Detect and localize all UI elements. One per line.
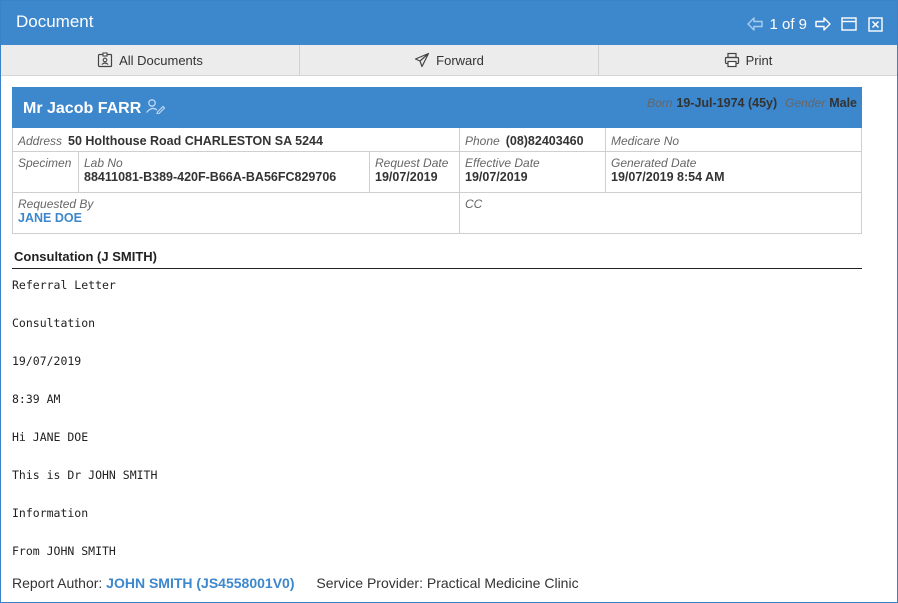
requested-by-link[interactable]: JANE DOE <box>18 211 454 225</box>
patient-name: Mr Jacob FARR <box>23 99 142 117</box>
forward-button[interactable]: Forward <box>300 45 599 75</box>
request-date-label: Request Date <box>375 156 449 170</box>
body-line: Hi JANE DOE <box>12 430 89 444</box>
details-grid: Address 50 Holthouse Road CHARLESTON SA 5… <box>12 128 862 234</box>
all-documents-button[interactable]: All Documents <box>1 45 300 75</box>
requested-by-label: Requested By <box>18 197 94 211</box>
body-line: Referral Letter <box>12 278 116 292</box>
body-line: This is Dr JOHN SMITH <box>12 468 158 482</box>
specimen-cell: Specimen <box>13 152 79 192</box>
arrow-right-icon[interactable] <box>813 14 833 34</box>
report-author-link[interactable]: JOHN SMITH (JS4558001V0) <box>106 575 294 591</box>
section-divider <box>12 268 862 269</box>
born-label: Born <box>647 96 673 110</box>
generated-date-value: 19/07/2019 8:54 AM <box>611 170 725 184</box>
body-line: Information <box>12 506 89 520</box>
address-value: 50 Holthouse Road CHARLESTON SA 5244 <box>68 134 323 148</box>
details-row-specimen: Specimen Lab No 88411081-B389-420F-B66A-… <box>13 152 861 193</box>
effective-date-value: 19/07/2019 <box>465 170 528 184</box>
title-bar: Document 1 of 9 <box>1 1 897 45</box>
born-value: 19-Jul-1974 (45y) <box>676 96 778 110</box>
pager: 1 of 9 <box>745 14 885 34</box>
request-date-cell: Request Date 19/07/2019 <box>370 152 460 192</box>
print-button[interactable]: Print <box>599 45 897 75</box>
pager-text: 1 of 9 <box>769 15 807 33</box>
body-line: Consultation <box>12 316 96 330</box>
body-line: 8:39 AM <box>12 392 61 406</box>
arrow-left-icon[interactable] <box>745 14 765 34</box>
id-badge-icon <box>97 52 113 68</box>
phone-label: Phone <box>465 134 500 148</box>
report-author-label: Report Author: <box>12 575 103 591</box>
window-title: Document <box>16 12 94 31</box>
medicare-cell: Medicare No <box>606 128 861 151</box>
printer-icon <box>724 52 740 68</box>
gender-value: Male <box>829 96 857 110</box>
generated-date-cell: Generated Date 19/07/2019 8:54 AM <box>606 152 861 192</box>
body-line: From JOHN SMITH <box>12 544 116 558</box>
report-footer: Report Author: JOHN SMITH (JS4558001V0) … <box>12 575 579 591</box>
requested-by-cell: Requested By JANE DOE <box>13 193 460 233</box>
details-row-requested: Requested By JANE DOE CC <box>13 193 861 234</box>
address-label: Address <box>18 134 63 148</box>
labno-label: Lab No <box>84 156 123 170</box>
effective-date-cell: Effective Date 19/07/2019 <box>460 152 606 192</box>
service-provider-label: Service Provider: <box>316 575 423 591</box>
effective-date-label: Effective Date <box>465 156 540 170</box>
user-edit-icon[interactable] <box>145 98 166 119</box>
document-window: Document 1 of 9 All Documents Forward Pr… <box>0 0 898 603</box>
address-cell: Address 50 Holthouse Road CHARLESTON SA 5… <box>13 128 460 151</box>
service-provider-value: Practical Medicine Clinic <box>426 575 579 591</box>
section-title: Consultation (J SMITH) <box>14 249 157 264</box>
cc-cell: CC <box>460 193 861 233</box>
cc-label: CC <box>465 197 483 211</box>
phone-cell: Phone (08)82403460 <box>460 128 606 151</box>
labno-cell: Lab No 88411081-B389-420F-B66A-BA56FC829… <box>79 152 370 192</box>
specimen-label: Specimen <box>18 156 72 170</box>
toolbar: All Documents Forward Print <box>1 45 897 76</box>
patient-name-wrap: Mr Jacob FARR <box>23 98 166 119</box>
patient-meta: Born 19-Jul-1974 (45y) Gender Male <box>647 96 857 110</box>
maximize-icon[interactable] <box>839 14 859 34</box>
request-date-value: 19/07/2019 <box>375 170 438 184</box>
body-line: 19/07/2019 <box>12 354 82 368</box>
print-label: Print <box>745 52 773 68</box>
close-icon[interactable] <box>865 14 885 34</box>
generated-date-label: Generated Date <box>611 156 697 170</box>
paper-plane-icon <box>414 52 430 68</box>
patient-header: Mr Jacob FARR Born 19-Jul-1974 (45y) Gende… <box>12 87 862 128</box>
details-row-address: Address 50 Holthouse Road CHARLESTON SA 5… <box>13 128 861 152</box>
medicare-label: Medicare No <box>611 134 680 148</box>
labno-value: 88411081-B389-420F-B66A-BA56FC829706 <box>84 170 337 184</box>
all-documents-label: All Documents <box>119 52 203 68</box>
gender-label: Gender <box>785 96 826 110</box>
phone-value: (08)82403460 <box>505 134 584 148</box>
forward-label: Forward <box>436 52 484 68</box>
